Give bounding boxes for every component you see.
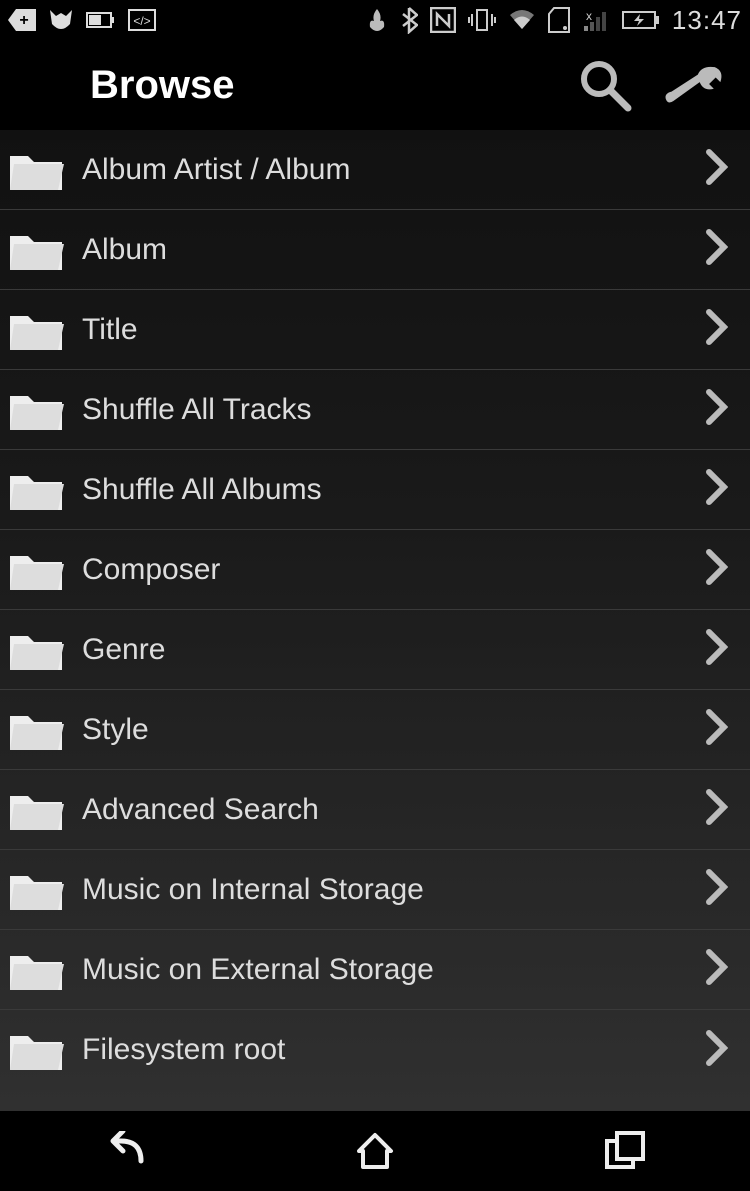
vibrate-icon (468, 8, 496, 32)
folder-icon (8, 548, 64, 592)
list-item-label: Style (82, 713, 688, 747)
chevron-right-icon (706, 949, 734, 990)
recent-apps-button[interactable] (595, 1127, 655, 1175)
back-icon (101, 1131, 149, 1171)
recent-apps-icon (603, 1131, 647, 1171)
chevron-right-icon (706, 229, 734, 270)
chevron-right-icon (706, 309, 734, 350)
list-item-album[interactable]: Album (0, 210, 750, 290)
folder-icon (8, 228, 64, 272)
browse-list: Album Artist / Album Album Title Shuffle… (0, 130, 750, 1111)
clock: 13:47 (672, 5, 742, 36)
folder-icon (8, 868, 64, 912)
list-item-label: Advanced Search (82, 793, 688, 827)
list-item-shuffle-all-tracks[interactable]: Shuffle All Tracks (0, 370, 750, 450)
list-item-label: Music on Internal Storage (82, 873, 688, 907)
list-item-label: Album Artist / Album (82, 153, 688, 187)
svg-text:x: x (586, 9, 592, 23)
folder-icon (8, 788, 64, 832)
list-item-composer[interactable]: Composer (0, 530, 750, 610)
list-item-label: Composer (82, 553, 688, 587)
navigation-bar (0, 1111, 750, 1191)
folder-icon (8, 468, 64, 512)
page-title: Browse (90, 63, 574, 108)
back-button[interactable] (95, 1127, 155, 1175)
battery-charging-icon (622, 10, 660, 30)
wifi-icon (508, 9, 536, 31)
code-icon: </> (128, 9, 156, 31)
list-item-label: Music on External Storage (82, 953, 688, 987)
chevron-right-icon (706, 389, 734, 430)
chevron-right-icon (706, 1030, 734, 1071)
chevron-right-icon (706, 149, 734, 190)
bluetooth-icon (400, 6, 418, 34)
chevron-right-icon (706, 629, 734, 670)
folder-icon (8, 308, 64, 352)
signal-icon: x (582, 8, 610, 32)
list-item-advanced-search[interactable]: Advanced Search (0, 770, 750, 850)
list-item-filesystem-root[interactable]: Filesystem root (0, 1010, 750, 1090)
folder-icon (8, 388, 64, 432)
list-item-music-external-storage[interactable]: Music on External Storage (0, 930, 750, 1010)
svg-text:</>: </> (133, 14, 150, 28)
list-item-label: Genre (82, 633, 688, 667)
search-icon (576, 56, 634, 114)
folder-icon (8, 948, 64, 992)
search-button[interactable] (574, 54, 636, 116)
sd-card-icon (548, 7, 570, 33)
list-item-shuffle-all-albums[interactable]: Shuffle All Albums (0, 450, 750, 530)
svg-text:+: + (19, 12, 28, 29)
folder-icon (8, 708, 64, 752)
flame-icon (366, 7, 388, 33)
list-item-genre[interactable]: Genre (0, 610, 750, 690)
folder-icon (8, 628, 64, 672)
list-item-label: Shuffle All Tracks (82, 393, 688, 427)
nfc-icon (430, 7, 456, 33)
home-icon (355, 1131, 395, 1171)
list-item-style[interactable]: Style (0, 690, 750, 770)
list-item-music-internal-storage[interactable]: Music on Internal Storage (0, 850, 750, 930)
chevron-right-icon (706, 709, 734, 750)
list-item-album-artist-album[interactable]: Album Artist / Album (0, 130, 750, 210)
list-item-label: Shuffle All Albums (82, 473, 688, 507)
list-item-label: Title (82, 313, 688, 347)
settings-button[interactable] (664, 54, 726, 116)
home-button[interactable] (345, 1127, 405, 1175)
app-header: Browse (0, 40, 750, 130)
folder-icon (8, 148, 64, 192)
list-item-label: Album (82, 233, 688, 267)
list-item-title[interactable]: Title (0, 290, 750, 370)
wrench-icon (664, 60, 726, 110)
chevron-right-icon (706, 549, 734, 590)
folder-icon (8, 1028, 64, 1072)
back-tag-icon: + (8, 9, 36, 31)
battery-icon-small (86, 10, 116, 30)
chevron-right-icon (706, 869, 734, 910)
chevron-right-icon (706, 789, 734, 830)
chevron-right-icon (706, 469, 734, 510)
cat-icon (48, 8, 74, 32)
status-bar: + </> (0, 0, 750, 40)
list-item-label: Filesystem root (82, 1033, 688, 1067)
